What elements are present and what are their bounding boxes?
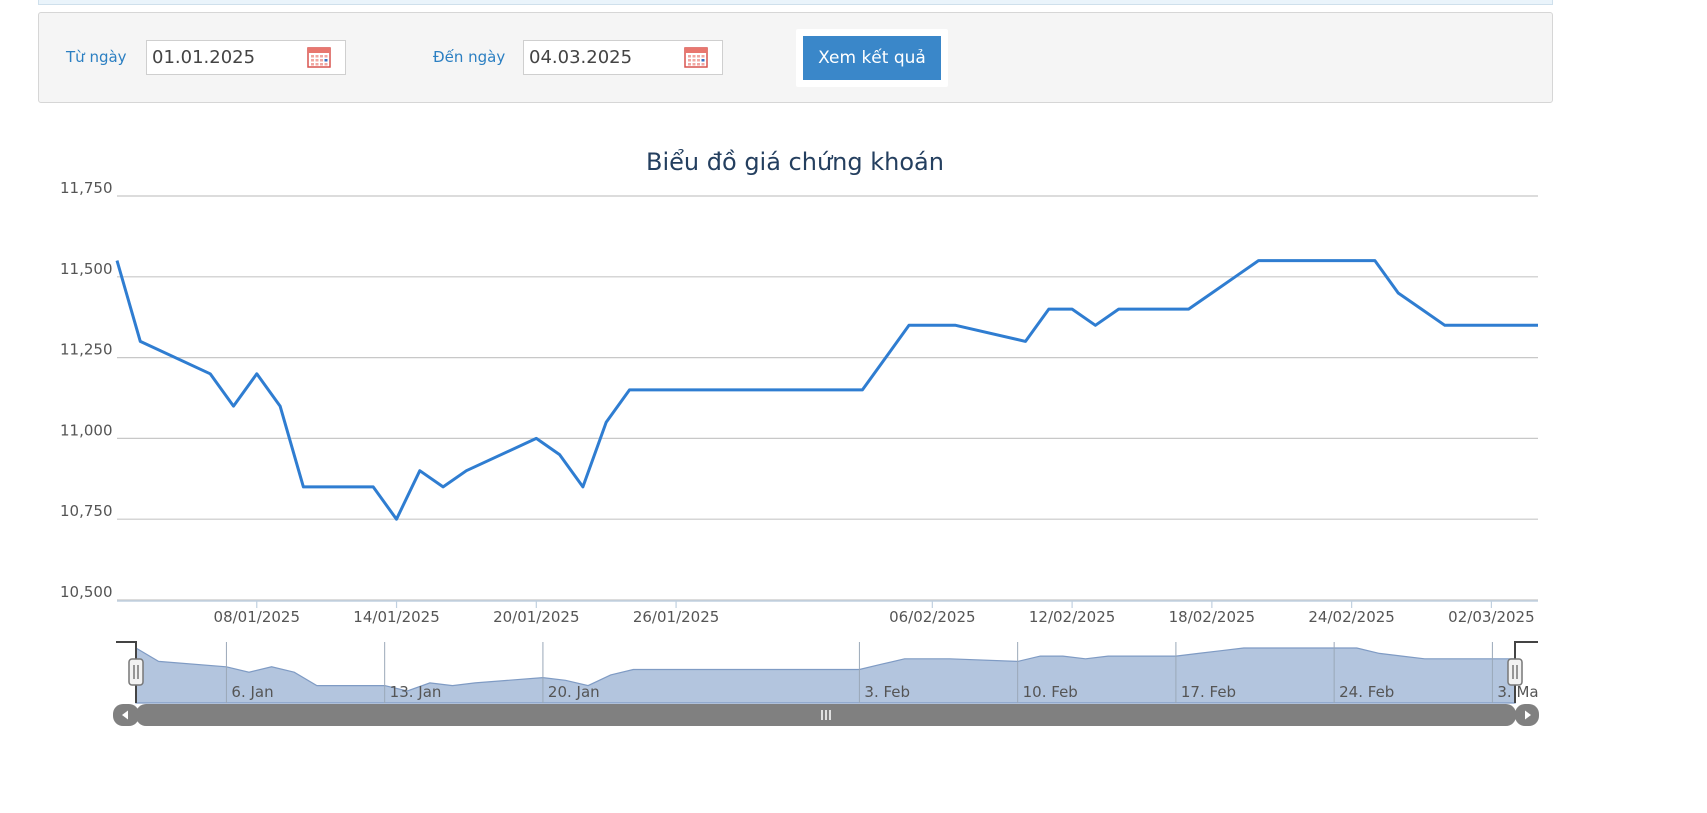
navigator-tick-label: 20. Jan: [548, 683, 600, 701]
navigator-labels: 6. Jan 13. Jan 20. Jan 3. Feb 10. Feb 17. Feb…: [231, 683, 1538, 701]
stock-price-chart: 10,500 10,750 11,000 11,250 11,500 11,750 08/…: [60, 179, 1539, 726]
y-tick-label: 10,750: [60, 502, 113, 520]
y-axis-labels: 10,500 10,750 11,000 11,250 11,500 11,750: [60, 179, 113, 601]
x-tick-label: 14/01/2025: [353, 608, 439, 626]
x-tick-label: 12/02/2025: [1029, 608, 1115, 626]
x-tick-label: 20/01/2025: [493, 608, 579, 626]
range-navigator[interactable]: 6. Jan 13. Jan 20. Jan 3. Feb 10. Feb 17. Feb…: [116, 641, 1539, 704]
grid-lines: [117, 195, 1538, 601]
x-tick-label: 08/01/2025: [214, 608, 300, 626]
price-series-line: [115, 259, 1538, 521]
x-tick-label: 06/02/2025: [889, 608, 975, 626]
navigator-tick-label: 6. Jan: [231, 683, 273, 701]
y-tick-label: 11,000: [60, 421, 113, 439]
navigator-tick-label: 17. Feb: [1181, 683, 1236, 701]
x-tick-label: 18/02/2025: [1169, 608, 1255, 626]
x-axis-labels: 08/01/2025 14/01/2025 20/01/2025 26/01/2025…: [214, 601, 1535, 626]
navigator-handle-right[interactable]: [1507, 658, 1523, 686]
scroll-right-button[interactable]: [1515, 704, 1539, 726]
scroll-left-button[interactable]: [113, 704, 139, 726]
navigator-tick-label: 3. Feb: [864, 683, 910, 701]
x-tick-label: 24/02/2025: [1308, 608, 1394, 626]
x-tick-label: 26/01/2025: [633, 608, 719, 626]
navigator-tick-label: 24. Feb: [1339, 683, 1394, 701]
scrollbar[interactable]: [113, 704, 1539, 726]
navigator-tick-label: 13. Jan: [390, 683, 442, 701]
y-tick-label: 10,500: [60, 583, 113, 601]
navigator-area: [135, 646, 1516, 704]
y-tick-label: 11,500: [60, 260, 113, 278]
y-tick-label: 11,250: [60, 341, 113, 359]
navigator-tick-label: 10. Feb: [1023, 683, 1078, 701]
x-tick-label: 02/03/2025: [1448, 608, 1534, 626]
navigator-handle-left[interactable]: [128, 658, 144, 686]
y-tick-label: 11,750: [60, 179, 113, 197]
